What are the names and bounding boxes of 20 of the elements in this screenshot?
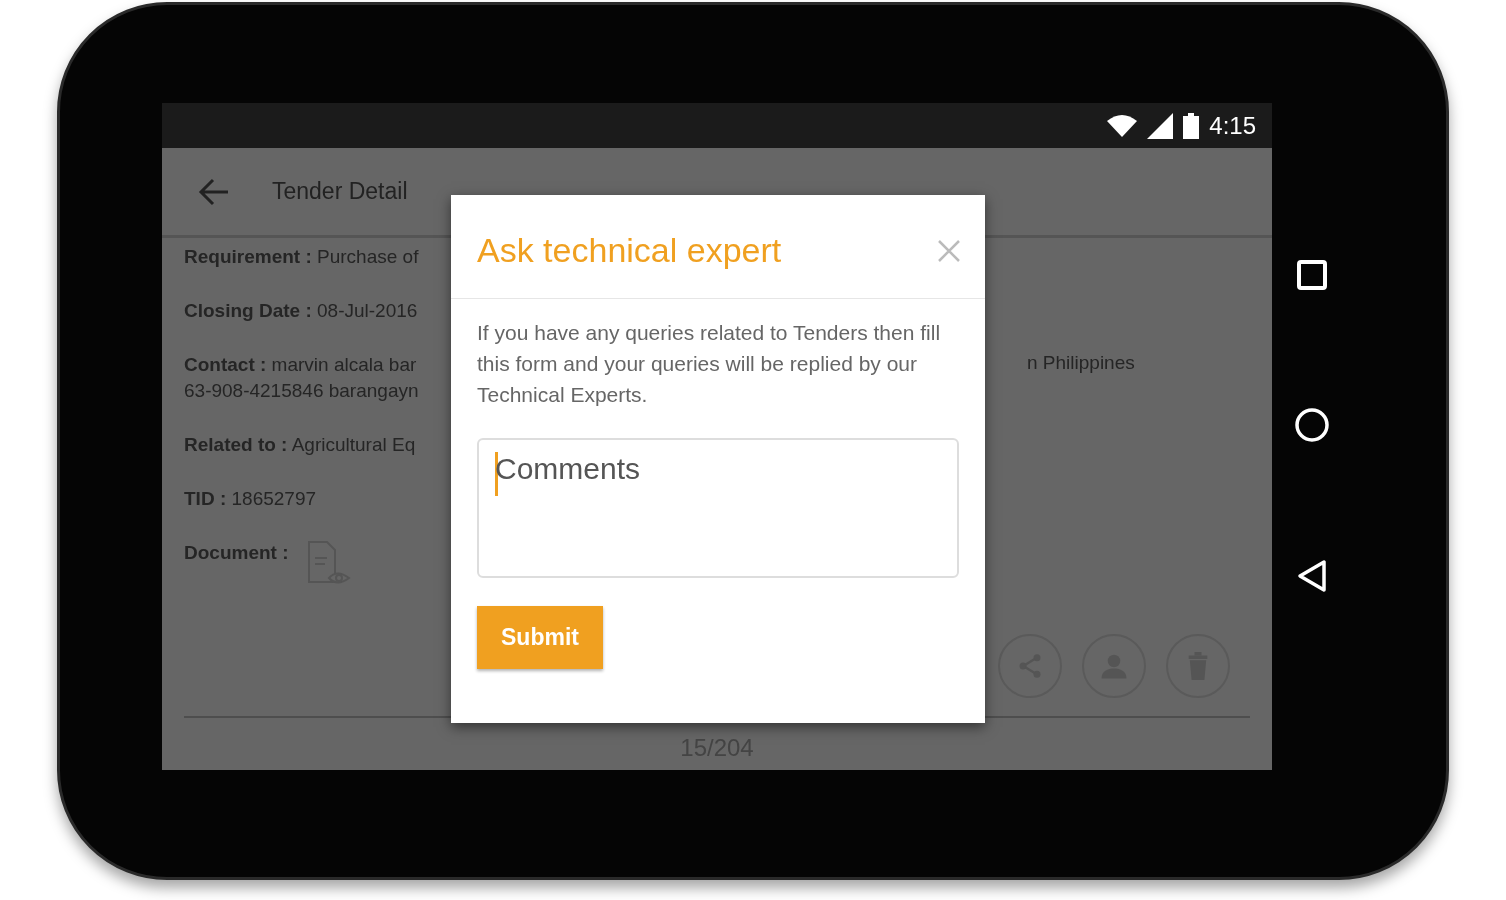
detail-text: TID : 18652797 [184,487,318,511]
battery-icon [1183,112,1200,139]
detail-text: Requirement : Purchase of [184,245,420,269]
wifi-icon [1107,114,1138,137]
detail-text: Document : [184,541,289,565]
detail-text: Related to : Agricultural Eq [184,433,417,457]
clock-time: 4:15 [1209,111,1256,140]
dialog-message: If you have any queries related to Tenders then fill this form and your queries will be replied by our Technical Experts. [477,320,942,408]
triangle-nav-icon[interactable] [1297,558,1327,593]
detail-text: n Philippines [1027,352,1135,374]
dialog-title: Ask technical expert [477,231,782,270]
square-nav-icon[interactable] [1297,260,1327,291]
submit-button[interactable]: Submit [477,606,603,669]
page-title: Tender Detail [272,178,408,205]
detail-text: Closing Date : 08-Jul-2016 [184,299,419,323]
back-arrow-icon[interactable] [198,177,230,206]
circle-nav-icon[interactable] [1295,407,1329,442]
signal-icon [1147,112,1174,139]
close-icon[interactable] [937,238,961,263]
detail-text: Contact : marvin alcala bar 63-908-4215846 barangayn [184,353,420,403]
